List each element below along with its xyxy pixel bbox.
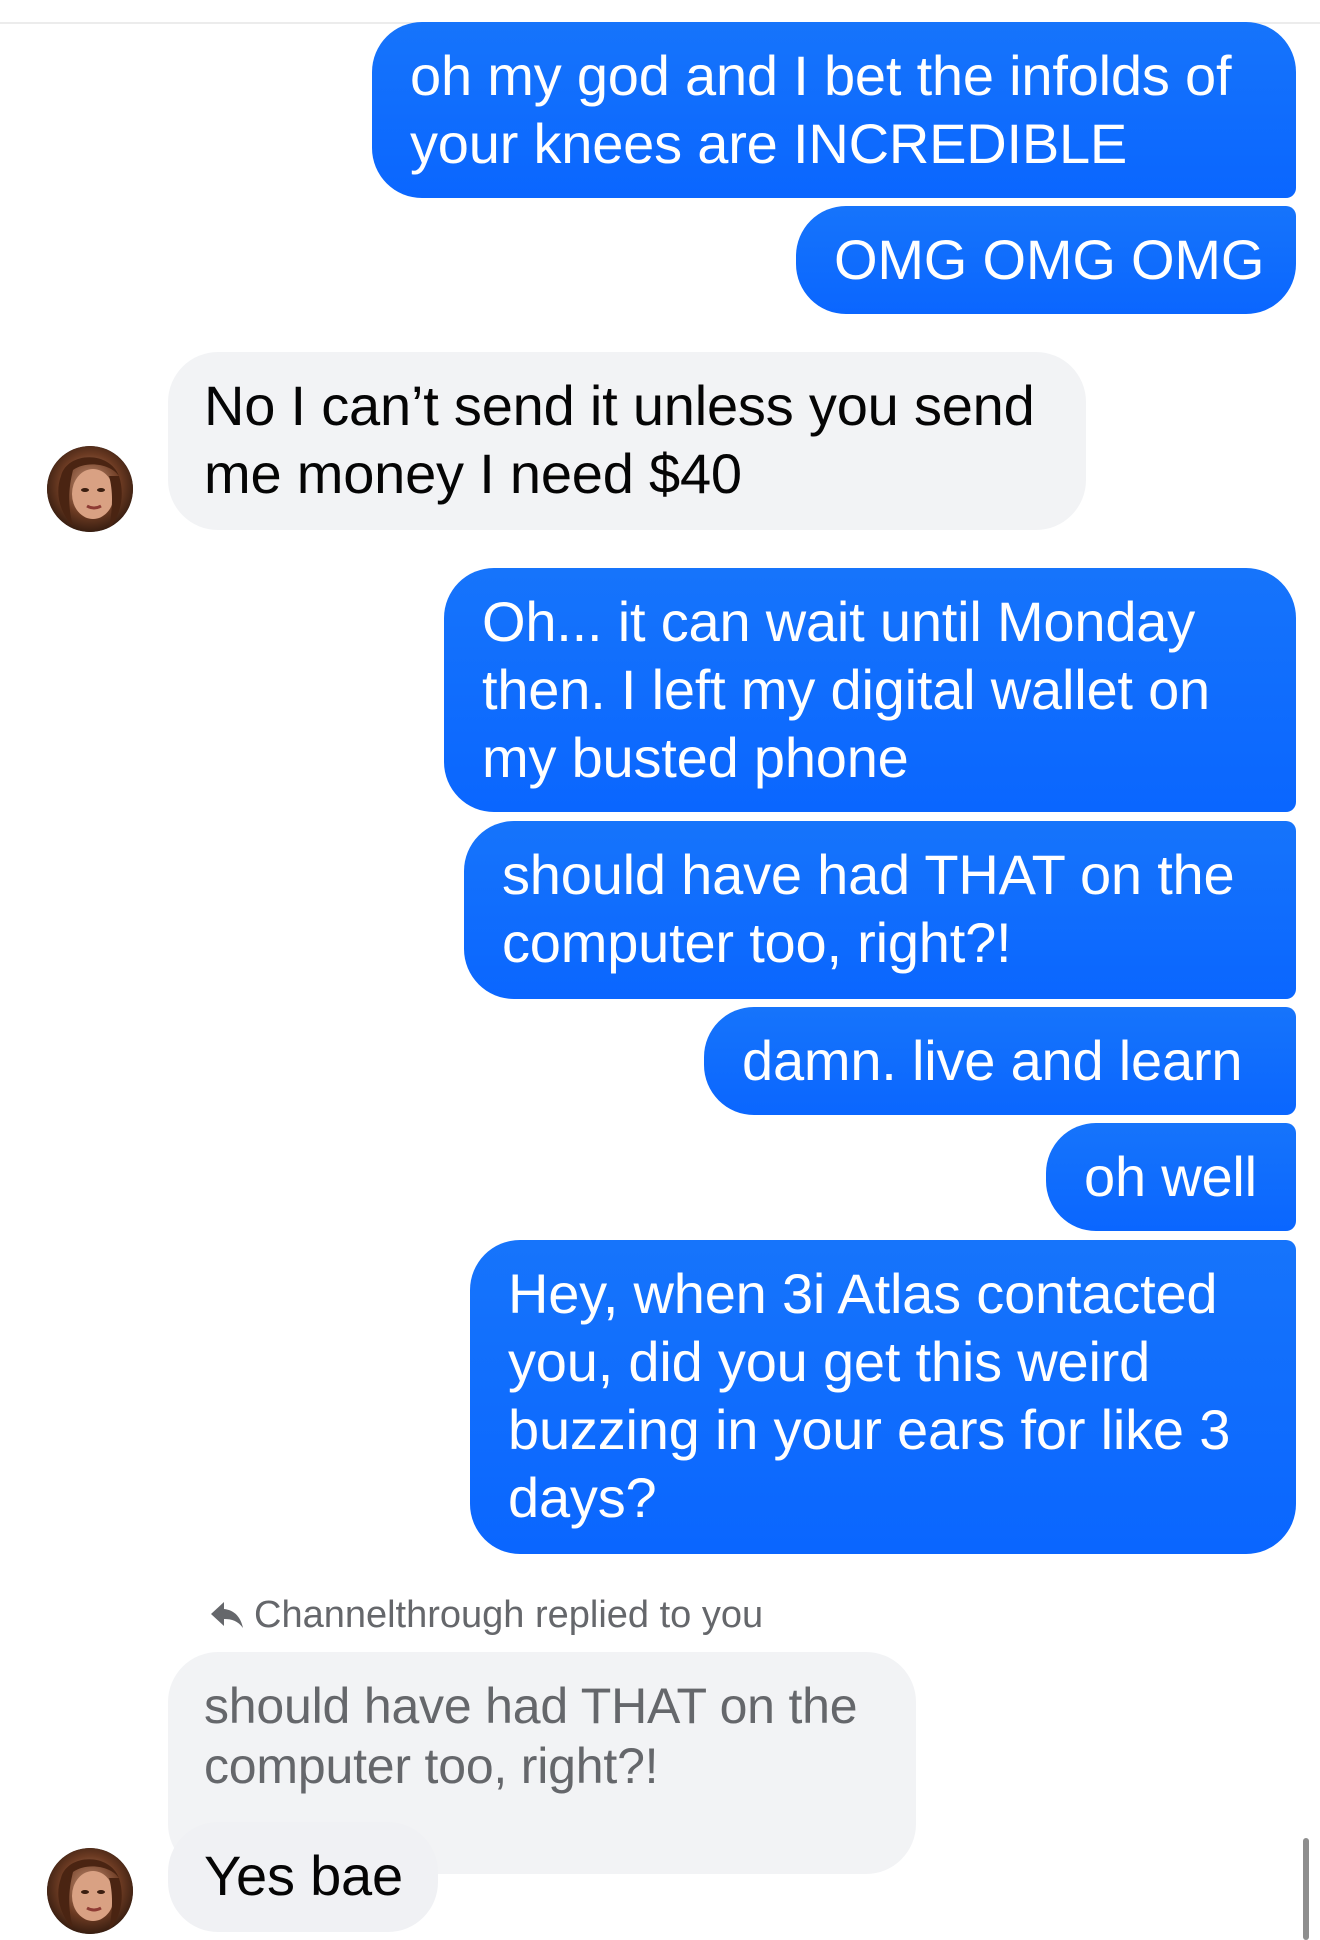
chat-thread: oh my god and I bet the infolds of your …	[0, 0, 1320, 1940]
sent-message[interactable]: damn. live and learn	[704, 1007, 1296, 1115]
sent-message[interactable]: oh my god and I bet the infolds of your …	[372, 22, 1296, 198]
reply-arrow-icon	[211, 1602, 243, 1628]
sent-message[interactable]: OMG OMG OMG	[796, 206, 1296, 314]
reply-note: Channelthrough replied to you	[210, 1590, 763, 1640]
sent-message[interactable]: Hey, when 3i Atlas contacted you, did yo…	[470, 1240, 1296, 1554]
avatar-image	[47, 446, 133, 532]
received-message[interactable]: Yes bae	[168, 1822, 438, 1932]
contact-avatar[interactable]	[47, 446, 133, 532]
sent-message[interactable]: Oh... it can wait until Monday then. I l…	[444, 568, 1296, 812]
scrollbar[interactable]	[1303, 1838, 1309, 1940]
received-message[interactable]: No I can’t send it unless you send me mo…	[168, 352, 1086, 530]
sent-message[interactable]: should have had THAT on the computer too…	[464, 821, 1296, 999]
contact-avatar[interactable]	[47, 1848, 133, 1934]
reply-note-text: Channelthrough replied to you	[254, 1594, 764, 1636]
sent-message[interactable]: oh well	[1046, 1123, 1296, 1231]
avatar-image	[47, 1848, 133, 1934]
